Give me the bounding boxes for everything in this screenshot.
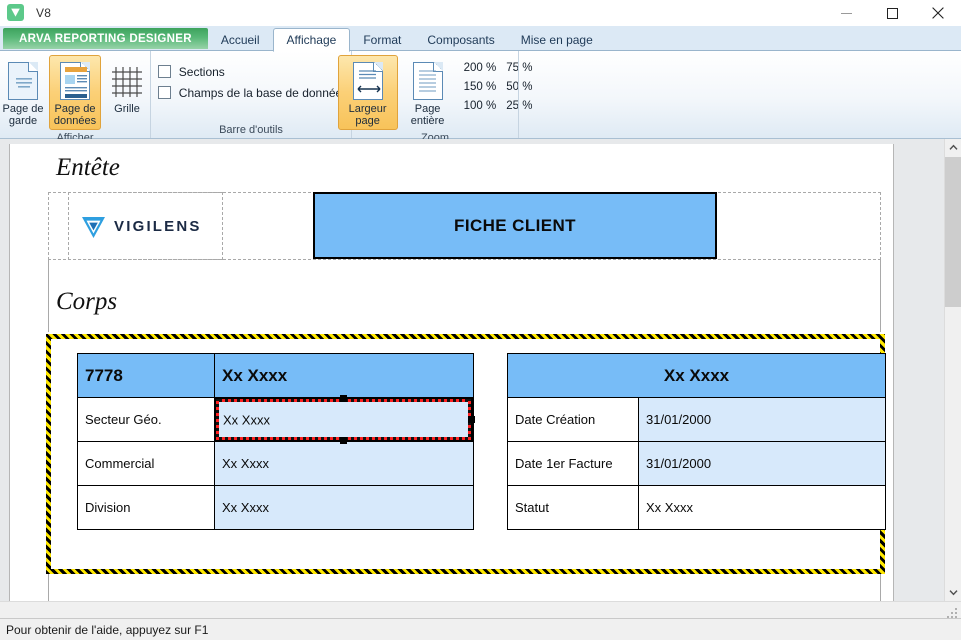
close-button[interactable] [915,0,961,26]
vigilens-chevron-icon [82,216,105,238]
application-window: V8 ARVA REPORTING DESIGNER Accueil Affic… [0,0,961,640]
table-row[interactable]: 7778 Xx Xxxx [77,353,474,398]
row-value-division[interactable]: Xx Xxxx [214,485,474,530]
vigilens-logo[interactable]: VIGILENS [68,192,223,260]
button-page-de-garde[interactable]: Page de garde [0,55,49,130]
checkbox-champs-base-donnees-box[interactable] [157,86,171,99]
client-name-cell[interactable]: Xx Xxxx [214,353,474,398]
selected-cell-secteur-geo[interactable]: Xx Xxxx [214,395,475,444]
fiche-client-banner-text: FICHE CLIENT [454,215,576,235]
title-bar: V8 [0,0,961,26]
header-right-outline [848,192,881,260]
resize-grip-icon[interactable] [947,605,959,618]
report-page: Entête VIGILENS FICHE CLIENT Corps 7778 … [9,144,894,601]
window-controls [823,0,961,26]
minimize-button[interactable] [823,0,869,26]
tab-mise-en-page[interactable]: Mise en page [508,29,606,51]
ribbon-empty-area [518,51,961,138]
row-label-commercial[interactable]: Commercial [77,441,215,486]
client-dates-table[interactable]: Xx Xxxx Date Création 31/01/2000 Date 1e… [506,353,887,530]
tab-affichage[interactable]: Affichage [272,28,351,52]
checkbox-sections-box[interactable] [157,65,171,78]
button-page-entiere[interactable]: Page entière [398,55,458,130]
button-page-de-donnees-label: Page de données [53,103,97,127]
table-row[interactable]: Commercial Xx Xxxx [77,441,474,486]
scroll-up-button[interactable] [945,139,961,156]
row-value-date-creation[interactable]: 31/01/2000 [637,397,887,442]
checkbox-champs-base-donnees[interactable]: Champs de la base de données [154,82,348,103]
button-page-entiere-label: Page entière [410,103,445,127]
zoom-level-150[interactable]: 150 % [464,77,497,96]
checkbox-sections[interactable]: Sections [154,61,225,82]
whole-page-icon [412,59,443,103]
body-divider-left [48,574,49,601]
section-divider-left [48,260,49,332]
vigilens-app-icon [7,4,24,21]
body-section-selected[interactable]: 7778 Xx Xxxx Secteur Géo. Commercial Xx … [46,334,887,574]
horizontal-scrollbar[interactable] [0,601,961,618]
button-largeur-page[interactable]: Largeur page [337,55,398,130]
row-label-division[interactable]: Division [77,485,215,530]
body-section-content: 7778 Xx Xxxx Secteur Géo. Commercial Xx … [51,339,887,569]
row-value-commercial[interactable]: Xx Xxxx [214,441,474,486]
ribbon-group-barre-outils: Sections Champs de la base de données Ba… [150,51,351,138]
vigilens-logo-text: VIGILENS [114,217,202,235]
window-title: V8 [36,5,52,20]
row-label-secteur-geo[interactable]: Secteur Géo. [77,397,215,442]
scroll-down-button[interactable] [945,584,961,601]
vertical-scrollbar[interactable] [944,139,961,601]
tab-format[interactable]: Format [350,29,414,51]
section-divider-right [880,260,881,332]
document-work-area: Entête VIGILENS FICHE CLIENT Corps 7778 … [0,139,961,601]
row-value-statut[interactable]: Xx Xxxx [637,485,887,530]
row-value-date-1er-facture[interactable]: 31/01/2000 [637,441,887,486]
data-page-icon [60,59,90,103]
status-bar: Pour obtenir de l'aide, appuyez sur F1 [0,618,961,640]
vertical-scroll-thumb[interactable] [945,157,961,307]
resize-handle-bottom[interactable] [340,437,347,444]
tab-composants[interactable]: Composants [414,29,507,51]
checkbox-sections-label: Sections [178,64,225,79]
ribbon-group-barre-outils-label: Barre d'outils [219,124,283,136]
dates-header-cell[interactable]: Xx Xxxx [506,353,887,398]
zoom-level-100[interactable]: 100 % [464,96,497,115]
grid-icon [110,59,144,103]
row-label-date-1er-facture[interactable]: Date 1er Facture [507,441,639,486]
design-canvas[interactable]: Entête VIGILENS FICHE CLIENT Corps 7778 … [0,139,944,601]
body-divider-right [880,574,881,601]
checkbox-champs-base-donnees-label: Champs de la base de données [178,85,349,100]
button-largeur-page-label: Largeur page [348,103,387,127]
button-page-de-donnees[interactable]: Page de données [49,55,101,130]
section-label-corps: Corps [56,288,118,315]
table-row[interactable]: Xx Xxxx [506,353,887,398]
table-row[interactable]: Date 1er Facture 31/01/2000 [507,441,887,486]
table-row[interactable]: Statut Xx Xxxx [507,485,887,530]
button-page-de-garde-label: Page de garde [2,103,44,127]
page-width-icon [352,59,383,103]
row-label-date-creation[interactable]: Date Création [507,397,639,442]
client-number-cell[interactable]: 7778 [77,353,215,398]
resize-handle-top[interactable] [340,395,347,402]
cover-page-icon [8,59,38,103]
fiche-client-banner[interactable]: FICHE CLIENT [313,192,717,259]
button-grille[interactable]: Grille [101,55,153,118]
table-row[interactable]: Division Xx Xxxx [77,485,474,530]
section-label-entete: Entête [56,154,120,181]
row-label-statut[interactable]: Statut [507,485,639,530]
ribbon: Page de garde Page de données Grille Aff… [0,51,961,144]
ribbon-tab-bar: ARVA REPORTING DESIGNER Accueil Affichag… [0,26,961,52]
button-grille-label: Grille [114,103,140,115]
status-message: Pour obtenir de l'aide, appuyez sur F1 [6,622,209,637]
zoom-level-200[interactable]: 200 % [464,58,497,77]
tab-accueil[interactable]: Accueil [208,29,273,51]
table-row[interactable]: Date Création 31/01/2000 [507,397,887,442]
tab-arva-reporting-designer[interactable]: ARVA REPORTING DESIGNER [3,28,208,49]
selection-dash-left [216,399,219,440]
selected-cell-text: Xx Xxxx [223,412,270,427]
maximize-button[interactable] [869,0,915,26]
resize-handle-right[interactable] [468,416,475,423]
ribbon-group-afficher: Page de garde Page de données Grille Aff… [0,51,153,144]
ribbon-group-zoom: Largeur page Page entière 200 % 75 % 150… [337,51,532,144]
